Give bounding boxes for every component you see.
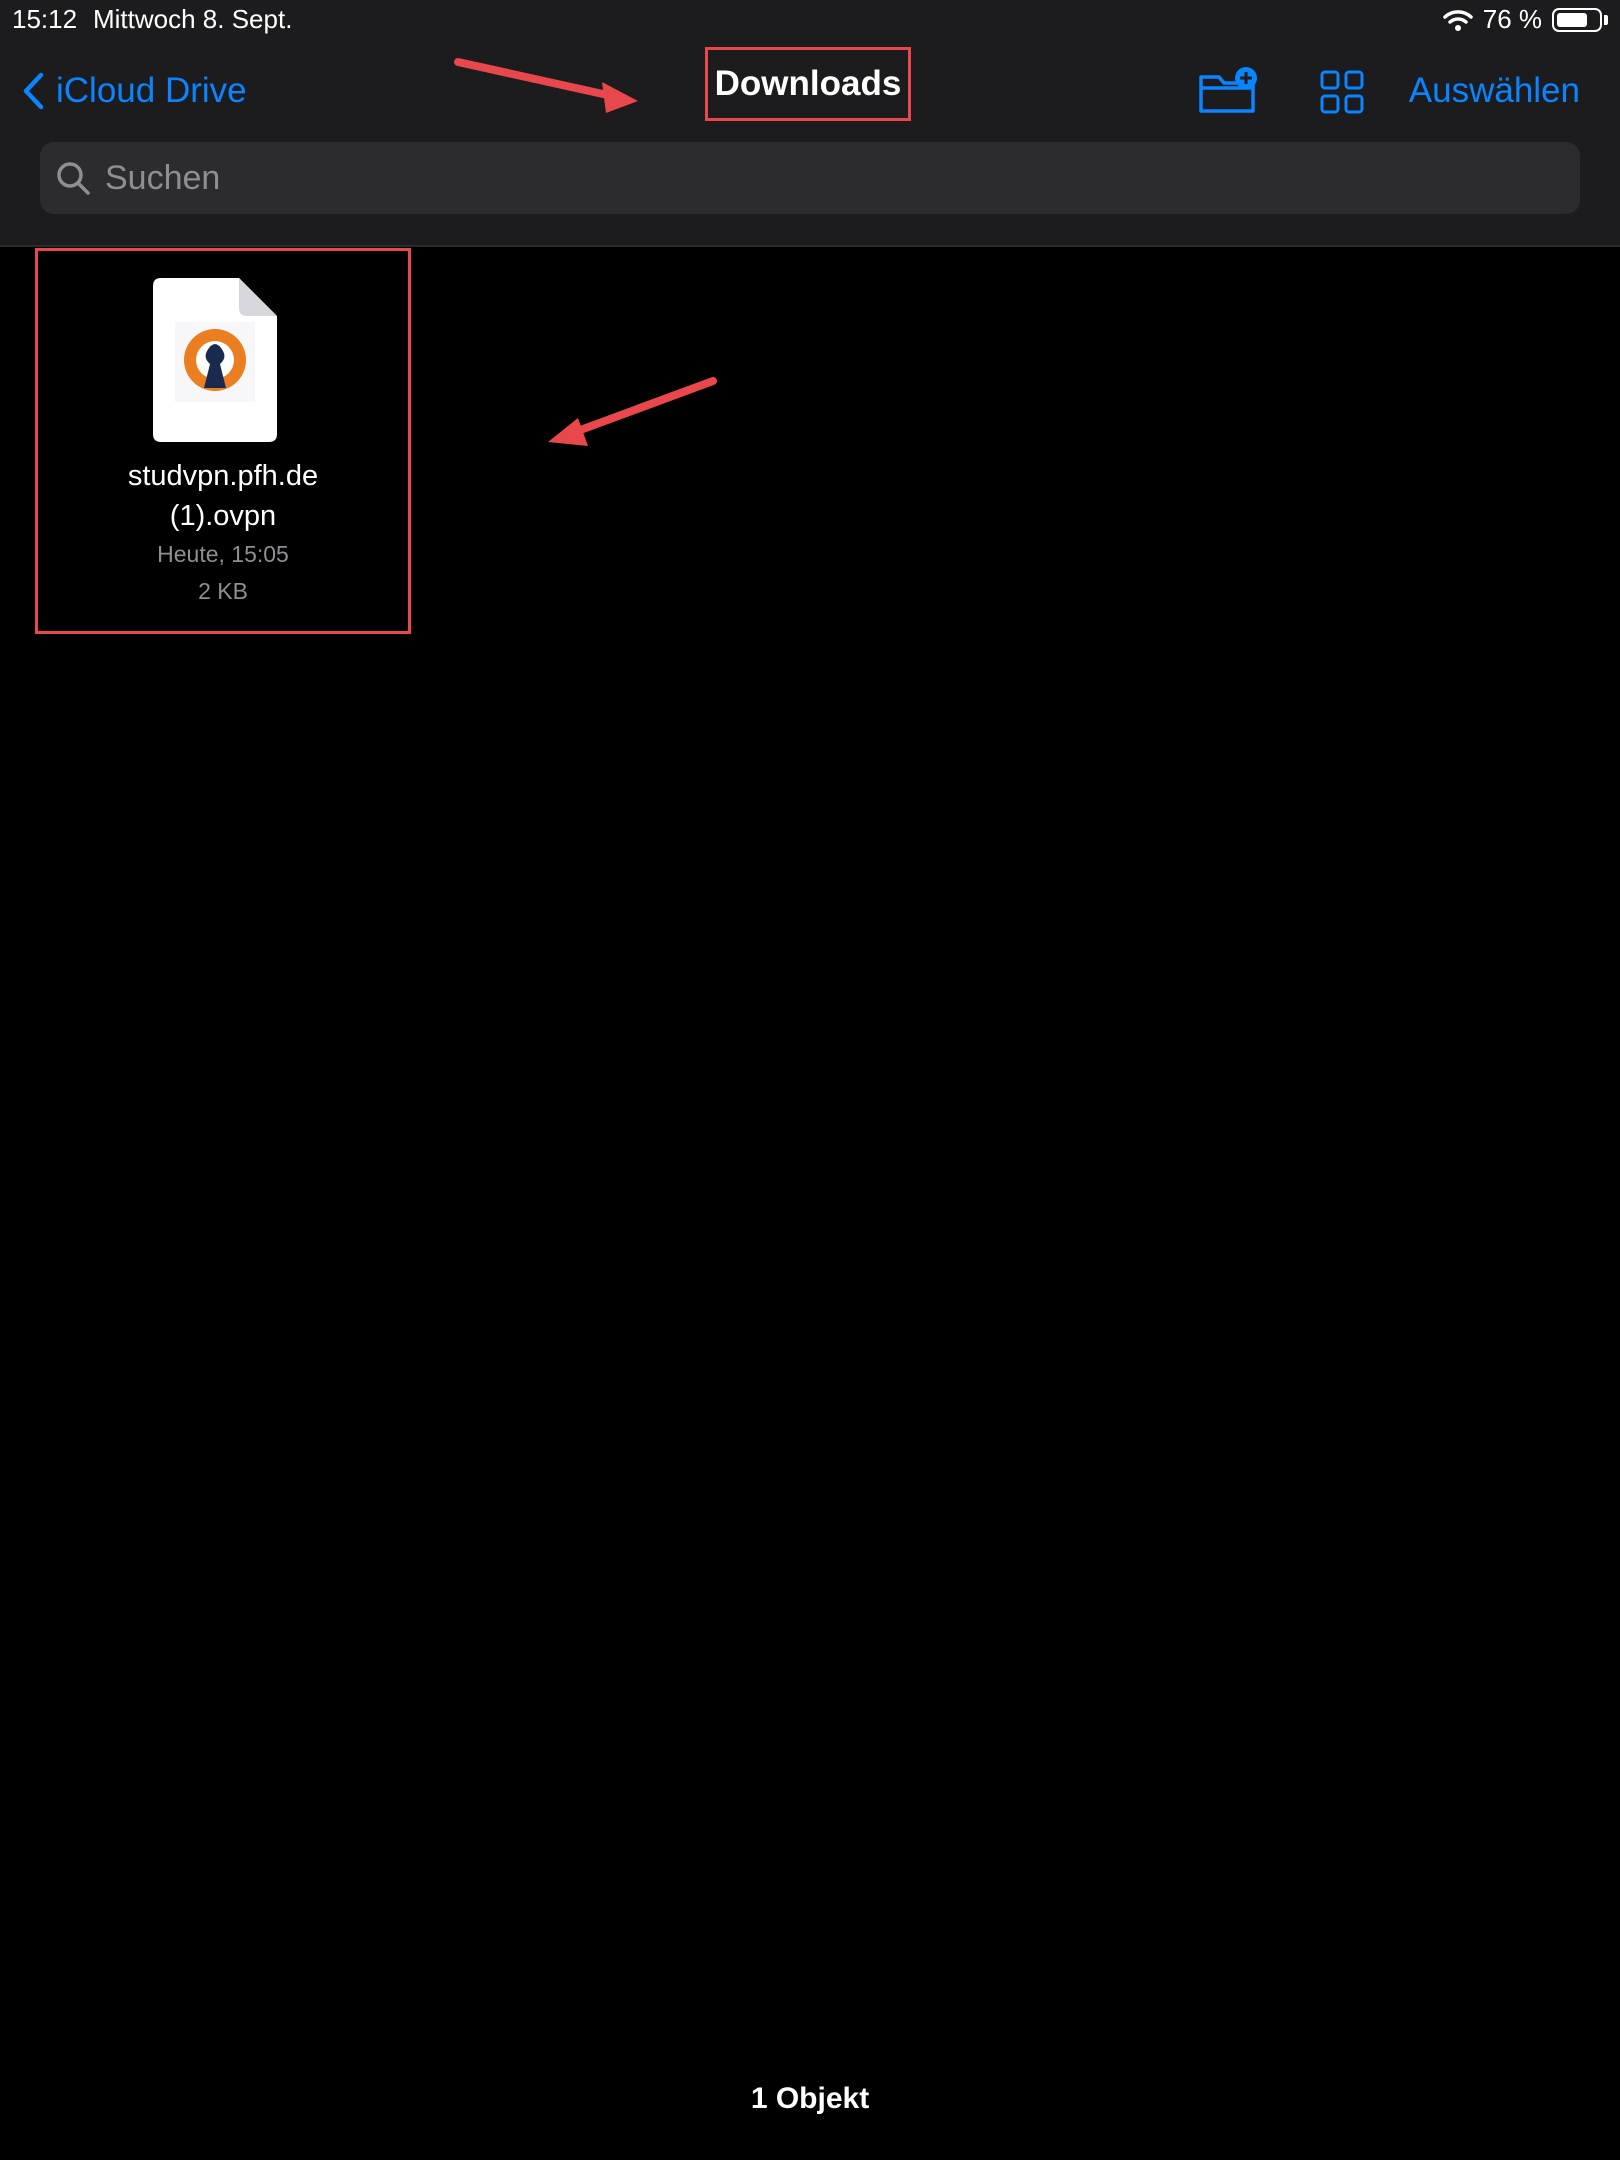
grid-view-icon[interactable] — [1320, 70, 1364, 114]
battery-percent: 76 % — [1482, 4, 1542, 34]
item-count: 1 Objekt — [750, 2082, 870, 2115]
chevron-left-icon — [23, 72, 44, 110]
file-name-line2: (1).ovpn — [169, 500, 277, 532]
page-title: Downloads — [714, 64, 902, 103]
select-button[interactable]: Auswählen — [1409, 66, 1580, 116]
search-input[interactable] — [103, 157, 1527, 199]
battery-icon — [1552, 7, 1602, 32]
back-button[interactable]: iCloud Drive — [22, 66, 247, 116]
arrow-to-file — [548, 377, 717, 446]
status-indicators: 76 % — [1442, 4, 1608, 35]
status-time: 15:12 — [12, 4, 78, 34]
file-item[interactable]: studvpn.pfh.de (1).ovpn Heute, 15:05 2 K… — [35, 248, 411, 634]
file-name: studvpn.pfh.de (1).ovpn — [38, 456, 408, 536]
file-document-icon — [153, 278, 277, 442]
battery-tip — [1604, 14, 1608, 25]
file-name-line1: studvpn.pfh.de — [127, 460, 319, 492]
status-date: Mittwoch 8. Sept. — [93, 4, 293, 34]
search-bar[interactable] — [40, 142, 1580, 214]
title-highlight: Downloads — [705, 47, 911, 121]
navigation-bar: 15:12 Mittwoch 8. Sept. 76 % iCloud Driv… — [0, 0, 1620, 247]
wifi-icon — [1442, 9, 1473, 31]
file-date: Heute, 15:05 — [157, 541, 289, 567]
file-size: 2 KB — [198, 578, 248, 604]
search-icon — [57, 162, 90, 195]
battery-level — [1557, 12, 1588, 27]
back-button-label: iCloud Drive — [56, 71, 247, 110]
openvpn-icon — [175, 322, 255, 402]
new-folder-icon[interactable] — [1198, 66, 1260, 116]
